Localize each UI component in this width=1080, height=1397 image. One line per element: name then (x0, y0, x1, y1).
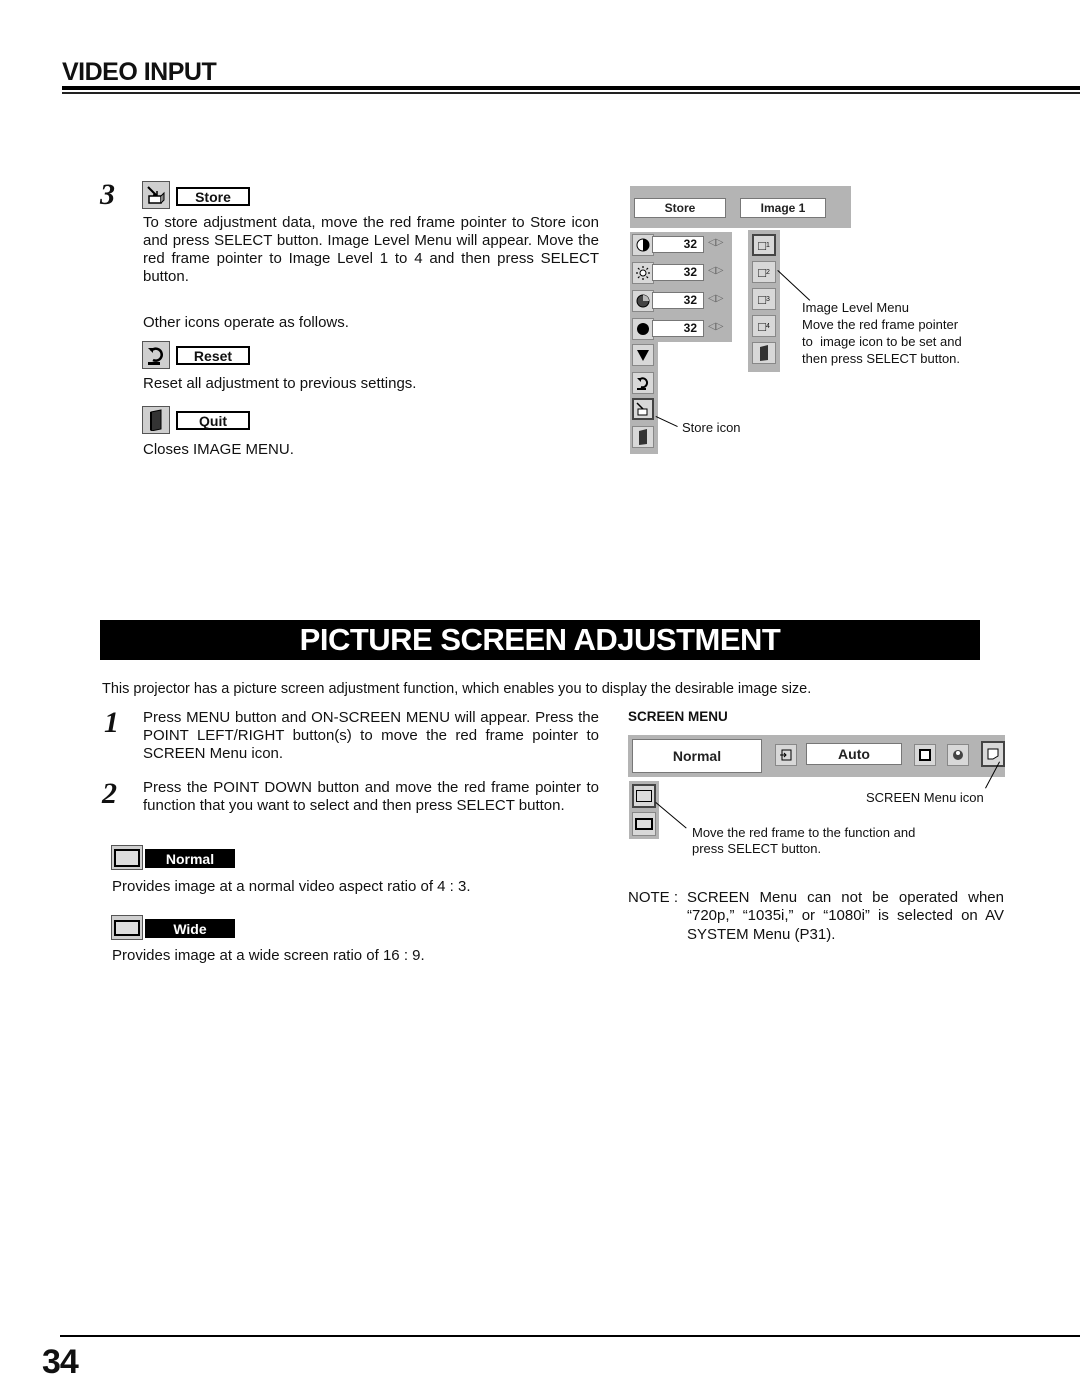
reset-arrow-icon (142, 341, 170, 369)
normal-description: Provides image at a normal video aspect … (112, 878, 471, 895)
image-level-caption-line: to image icon to be set and (802, 334, 962, 349)
adjust-arrows-icon: ◁▷ (708, 293, 724, 304)
image-level-caption-line: then press SELECT button. (802, 351, 961, 366)
store-box-icon (632, 398, 654, 420)
door-icon (752, 342, 776, 364)
tint-icon (632, 318, 654, 340)
input-icon (775, 744, 797, 766)
picture-screen-intro: This projector has a picture screen adju… (102, 681, 812, 697)
wide-screen-icon (111, 915, 143, 940)
source-field: Auto (806, 743, 902, 765)
contrast-value: 32 (652, 236, 704, 253)
adjust-arrows-icon: ◁▷ (708, 321, 724, 332)
wide-label: Wide (145, 919, 235, 938)
note-line: SCREEN Menu can not be operated when (687, 889, 1004, 906)
note-line: SYSTEM Menu (P31). (687, 926, 836, 943)
screen-menu-icon (981, 741, 1005, 767)
reset-description: Reset all adjustment to previous setting… (143, 375, 417, 392)
adjust-arrows-icon: ◁▷ (708, 265, 724, 276)
screen-mode-field: Normal (632, 739, 762, 773)
wide-description: Provides image at a wide screen ratio of… (112, 947, 425, 964)
normal-screen-icon (632, 784, 656, 808)
footer-rule (60, 1335, 1080, 1337)
leader-line (655, 416, 678, 428)
quit-label: Quit (176, 411, 250, 430)
page-number: 34 (42, 1343, 79, 1381)
image-level-3-icon: □ 3 (752, 288, 776, 310)
color-icon (632, 290, 654, 312)
image-level-4-icon: □ 4 (752, 315, 776, 337)
section-title: VIDEO INPUT (62, 58, 217, 86)
function-caption-line: Move the red frame to the function and (692, 825, 916, 840)
step-number: 1 (104, 706, 119, 739)
brightness-icon (632, 262, 654, 284)
down-arrow-icon (632, 344, 654, 366)
wide-screen-icon (632, 812, 656, 836)
door-icon (632, 426, 654, 448)
step-number: 2 (102, 777, 117, 810)
screen-menu-icon-caption: SCREEN Menu icon (866, 790, 984, 805)
contrast-icon (632, 234, 654, 256)
reset-label: Reset (176, 346, 250, 365)
header-rule (62, 86, 1080, 90)
osd-store-field: Store (634, 198, 726, 218)
normal-label: Normal (145, 849, 235, 868)
color-value: 32 (652, 292, 704, 309)
leader-line (655, 802, 687, 829)
leader-line (777, 270, 811, 301)
normal-screen-icon (111, 845, 143, 870)
image-level-caption-title: Image Level Menu (802, 300, 909, 315)
header-rule-thin (62, 92, 1080, 94)
note-prefix: NOTE : (628, 889, 679, 906)
image-level-1-icon: □ 1 (752, 234, 776, 256)
note-line: “720p,” “1035i,” or “1080i” is selected … (687, 907, 1004, 924)
other-icons-intro: Other icons operate as follows. (143, 314, 349, 331)
step-text: Press MENU button and ON-SCREEN MENU wil… (143, 709, 599, 762)
brightness-value: 32 (652, 264, 704, 281)
store-label: Store (176, 187, 250, 206)
tint-value: 32 (652, 320, 704, 337)
osd-image-field: Image 1 (740, 198, 826, 218)
step-text: Press the POINT DOWN button and move the… (143, 779, 599, 814)
door-icon (142, 406, 170, 434)
color-adjust-icon (947, 744, 969, 766)
image-level-caption-line: Move the red frame pointer (802, 317, 959, 332)
function-caption-line: press SELECT button. (692, 841, 822, 856)
adjust-arrows-icon: ◁▷ (708, 237, 724, 248)
reset-arrow-icon (632, 372, 654, 394)
image-menu-icon (914, 744, 936, 766)
store-icon-caption: Store icon (682, 420, 741, 435)
quit-description: Closes IMAGE MENU. (143, 441, 294, 458)
store-box-icon (142, 181, 170, 209)
screen-menu-heading: SCREEN MENU (628, 709, 728, 724)
picture-screen-banner: PICTURE SCREEN ADJUSTMENT (100, 620, 980, 660)
store-description: To store adjustment data, move the red f… (143, 214, 599, 285)
image-level-2-icon: □ 2 (752, 261, 776, 283)
step-number: 3 (100, 178, 115, 211)
